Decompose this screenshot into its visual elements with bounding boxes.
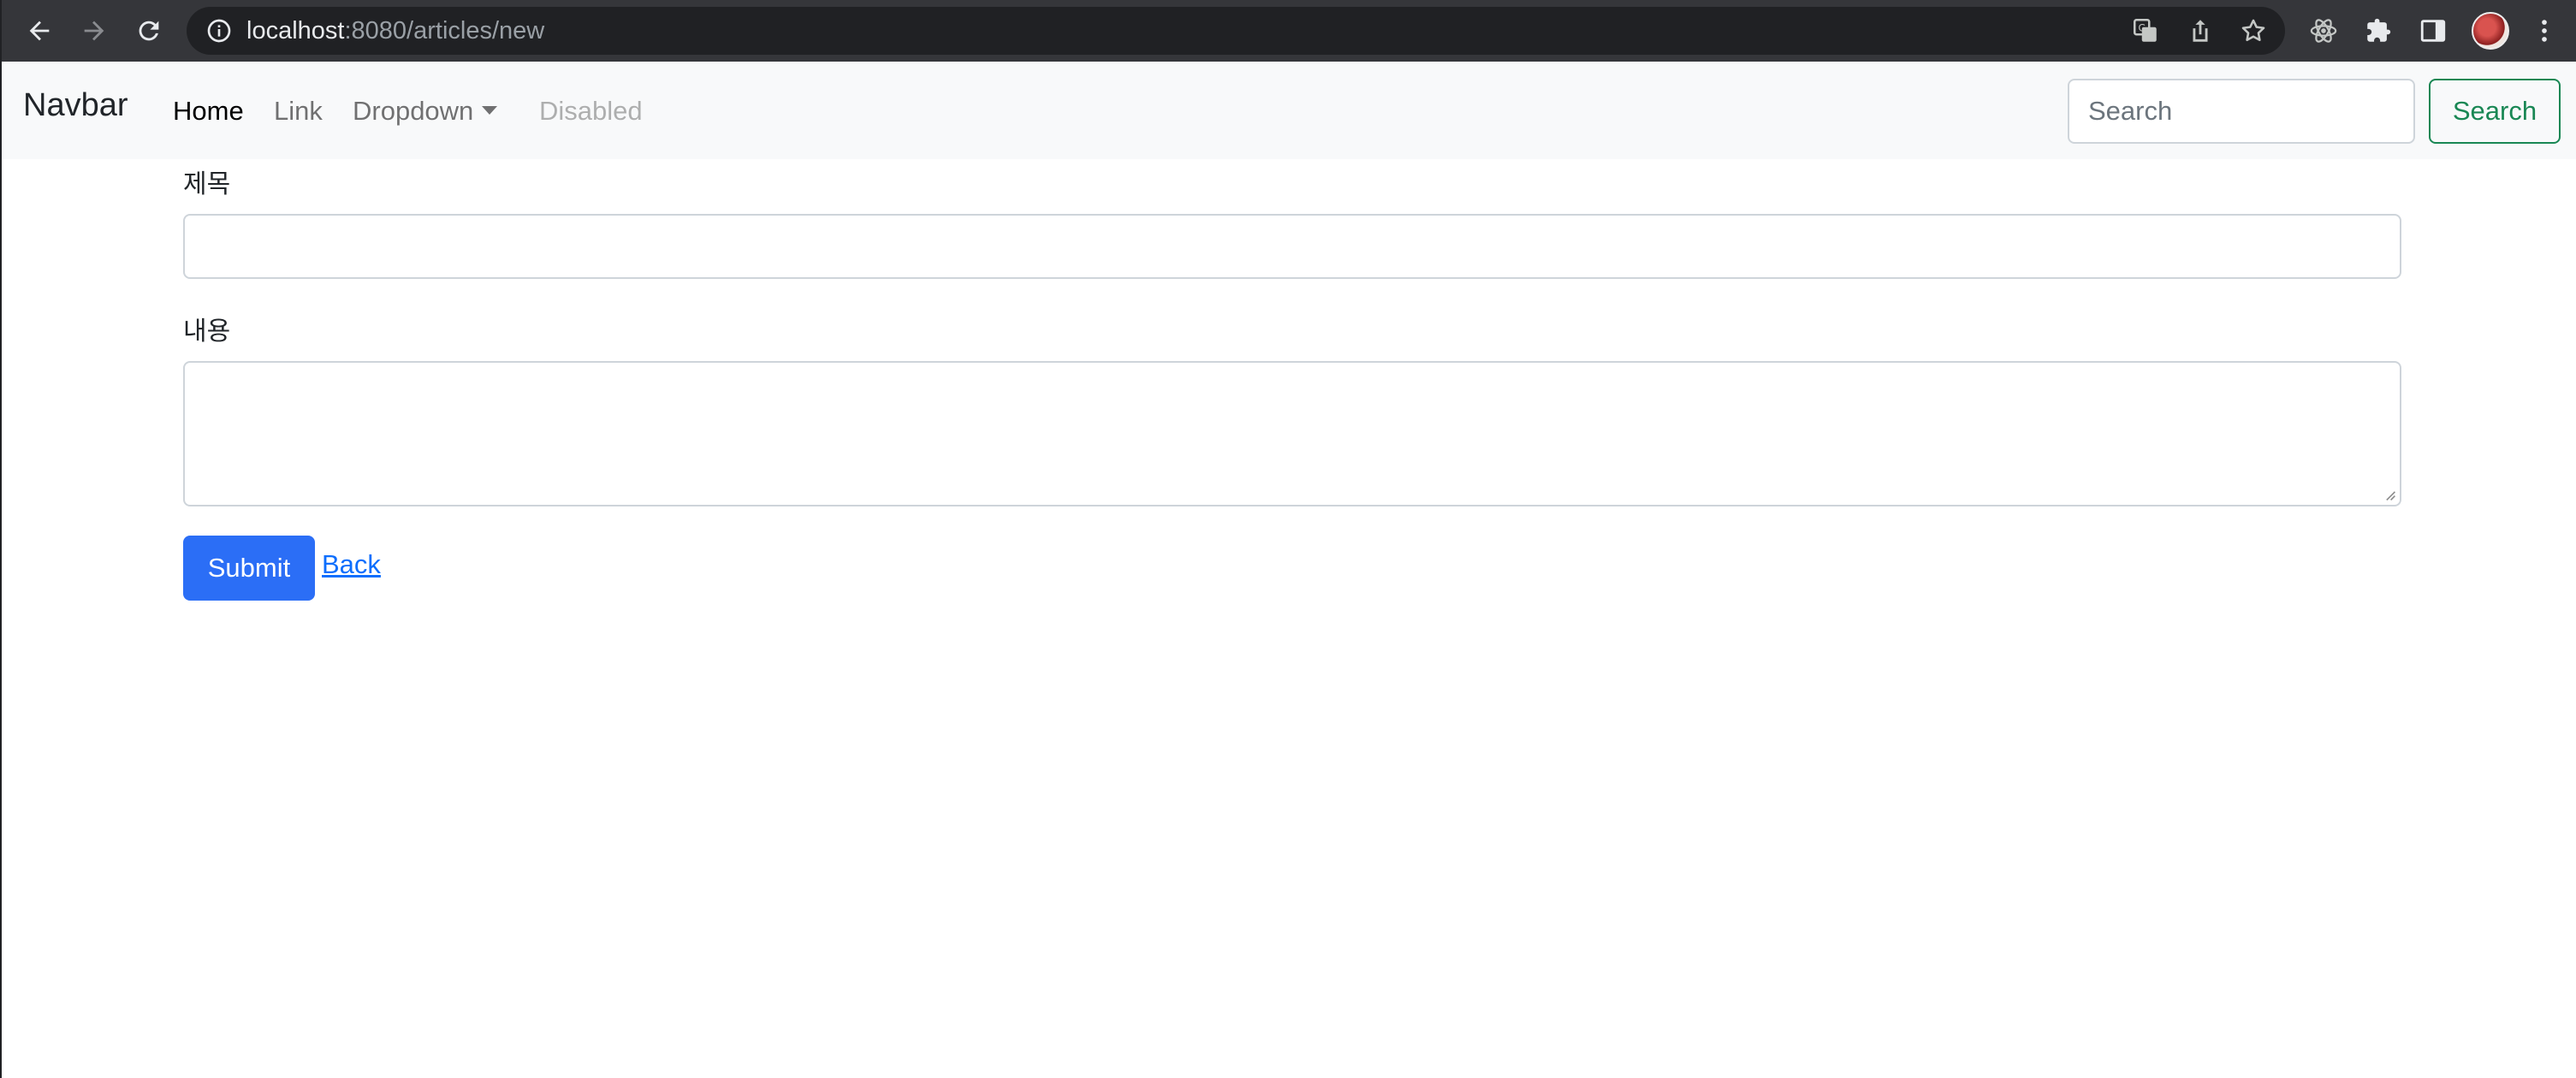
svg-text:G: G: [2139, 22, 2146, 34]
profile-avatar[interactable]: [2472, 12, 2509, 50]
navbar: Navbar Home Link Dropdown Disabled Searc…: [2, 62, 2576, 159]
caret-down-icon: [482, 105, 498, 115]
submit-button[interactable]: Submit: [183, 536, 315, 601]
translate-icon[interactable]: G: [2131, 16, 2160, 45]
more-menu-icon[interactable]: [2530, 16, 2559, 45]
content-textarea[interactable]: [183, 361, 2401, 506]
url-host: localhost: [246, 17, 345, 44]
bookmark-star-icon[interactable]: [2239, 16, 2268, 45]
content-label: 내용: [183, 317, 231, 346]
resize-grip-icon[interactable]: [2383, 488, 2396, 501]
back-link[interactable]: Back: [322, 549, 381, 580]
browser-window: localhost:8080/articles/new G Navbar Hom…: [0, 0, 2576, 1078]
title-label: 제목: [183, 169, 231, 199]
forward-arrow-icon[interactable]: [72, 9, 116, 53]
address-bar[interactable]: localhost:8080/articles/new G: [187, 7, 2285, 55]
info-icon[interactable]: [205, 17, 233, 44]
react-devtools-icon[interactable]: [2309, 16, 2338, 45]
side-panel-icon[interactable]: [2419, 16, 2448, 45]
nav-dropdown-toggle[interactable]: Dropdown: [353, 96, 498, 127]
reload-icon[interactable]: [127, 9, 171, 53]
browser-toolbar: localhost:8080/articles/new G: [2, 0, 2576, 62]
title-input[interactable]: [183, 214, 2401, 279]
navbar-brand[interactable]: Navbar: [23, 87, 128, 124]
search-button[interactable]: Search: [2429, 79, 2561, 144]
url-path: :8080/articles/new: [344, 17, 545, 44]
nav-link-link[interactable]: Link: [274, 96, 323, 127]
share-icon[interactable]: [2186, 16, 2215, 45]
back-arrow-icon[interactable]: [17, 9, 62, 53]
nav-link-home[interactable]: Home: [173, 96, 244, 127]
nav-dropdown-label: Dropdown: [353, 96, 474, 126]
extensions-puzzle-icon[interactable]: [2364, 16, 2393, 45]
nav-link-disabled: Disabled: [539, 96, 643, 126]
url-text: localhost:8080/articles/new: [246, 7, 544, 55]
search-input[interactable]: [2068, 79, 2415, 144]
